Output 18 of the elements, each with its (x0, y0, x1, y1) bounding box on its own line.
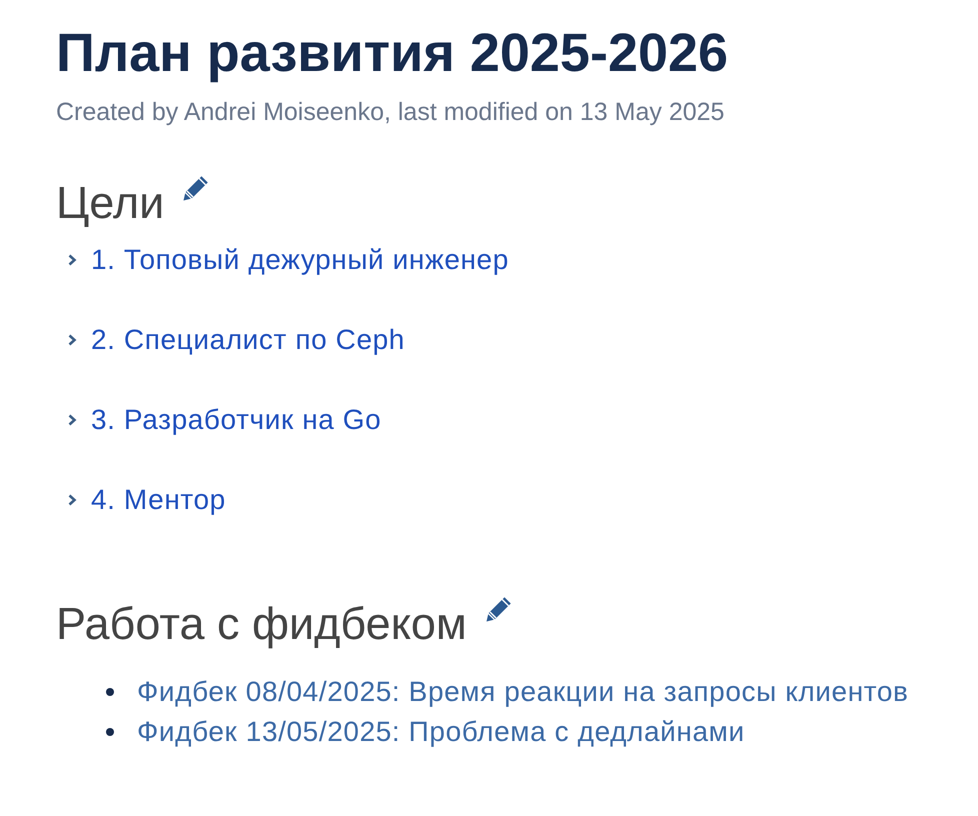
expand-link[interactable]: 1. Топовый дежурный инженер (91, 244, 509, 276)
feedback-link[interactable]: Фидбек 13/05/2025: Проблема с дедлайнами (137, 716, 745, 748)
bullet-icon (106, 728, 114, 736)
feedback-link[interactable]: Фидбек 08/04/2025: Время реакции на запросы клиентов (137, 676, 909, 708)
chevron-icon[interactable] (67, 254, 77, 266)
expand-link[interactable]: 4. Ментор (91, 484, 226, 516)
page-title: План развития 2025-2026 (56, 23, 728, 83)
edit-pencil-icon[interactable] (182, 174, 210, 202)
edit-pencil-icon[interactable] (484, 595, 513, 623)
chevron-icon[interactable] (67, 414, 77, 426)
expand-link[interactable]: 3. Разработчик на Go (91, 404, 382, 436)
chevron-icon[interactable] (67, 334, 77, 346)
bullet-icon (106, 688, 114, 696)
chevron-icon[interactable] (67, 494, 77, 506)
page-byline: Created by Andrei Moiseenko, last modified on 13 May 2025 (56, 97, 724, 127)
section-heading: Работа с фидбеком (56, 598, 467, 650)
section-heading: Цели (56, 177, 164, 229)
expand-link[interactable]: 2. Специалист по Ceph (91, 324, 405, 356)
